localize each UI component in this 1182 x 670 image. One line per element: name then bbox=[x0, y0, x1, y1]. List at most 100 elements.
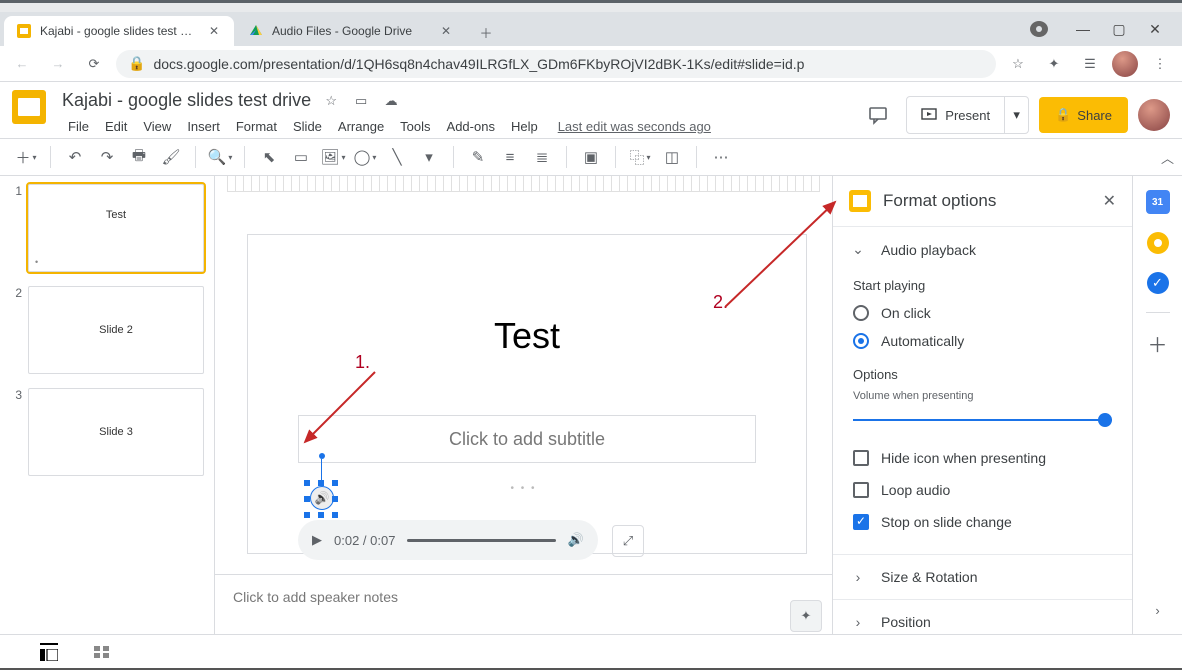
menu-addons[interactable]: Add-ons bbox=[441, 115, 501, 138]
resize-handle[interactable] bbox=[318, 480, 324, 486]
resize-handle[interactable] bbox=[304, 480, 310, 486]
account-avatar[interactable] bbox=[1138, 99, 1170, 131]
resize-handle[interactable] bbox=[332, 512, 338, 518]
close-icon[interactable]: ✕ bbox=[1103, 191, 1116, 211]
rotation-handle[interactable] bbox=[319, 453, 325, 459]
slide-thumbnail-1[interactable]: Test • bbox=[28, 184, 204, 272]
volume-icon[interactable]: 🔊 bbox=[568, 532, 584, 548]
redo-button[interactable]: ↷ bbox=[93, 143, 121, 171]
browser-tab-active[interactable]: Kajabi - google slides test drive - ✕ bbox=[4, 16, 234, 46]
collapse-panel-icon[interactable]: › bbox=[1146, 598, 1170, 622]
section-position[interactable]: › Position bbox=[833, 600, 1132, 634]
speaker-notes[interactable]: Click to add speaker notes bbox=[215, 574, 832, 634]
resize-handle[interactable] bbox=[318, 512, 324, 518]
audio-object[interactable] bbox=[310, 486, 334, 510]
paint-format-button[interactable]: 🖌 bbox=[157, 143, 185, 171]
menu-tools[interactable]: Tools bbox=[394, 115, 436, 138]
slide-thumbnail-3[interactable]: Slide 3 bbox=[28, 388, 204, 476]
browser-tab[interactable]: Audio Files - Google Drive ✕ bbox=[236, 16, 466, 46]
minimize-icon[interactable]: — bbox=[1074, 21, 1092, 37]
resize-handle[interactable] bbox=[304, 512, 310, 518]
slide-thumbnail-2[interactable]: Slide 2 bbox=[28, 286, 204, 374]
star-icon[interactable]: ☆ bbox=[1004, 50, 1032, 78]
section-size-rotation[interactable]: › Size & Rotation bbox=[833, 555, 1132, 599]
new-slide-button[interactable]: ＋ bbox=[12, 143, 40, 171]
zoom-button[interactable]: 🔍 bbox=[206, 143, 234, 171]
present-dropdown[interactable]: ▾ bbox=[1004, 97, 1028, 133]
star-icon[interactable]: ☆ bbox=[321, 93, 341, 109]
collapse-toolbar-icon[interactable]: ︿ bbox=[1161, 148, 1174, 167]
menu-file[interactable]: File bbox=[62, 115, 95, 138]
audio-player[interactable]: ▶ 0:02 / 0:07 🔊 bbox=[298, 520, 598, 560]
notes-resize-handle[interactable]: • • • bbox=[510, 483, 536, 494]
omnibox[interactable]: 🔒 docs.google.com/presentation/d/1QH6sq8… bbox=[116, 50, 996, 78]
resize-handle[interactable] bbox=[332, 496, 338, 502]
crop-button[interactable]: ⿻ bbox=[626, 143, 654, 171]
select-tool[interactable]: ⬉ bbox=[255, 143, 283, 171]
keep-icon[interactable] bbox=[1147, 232, 1169, 254]
recolor-button[interactable]: ✎ bbox=[464, 143, 492, 171]
maximize-icon[interactable]: ▢ bbox=[1110, 21, 1128, 38]
slide-title-text[interactable]: Test bbox=[494, 315, 560, 357]
menu-format[interactable]: Format bbox=[230, 115, 283, 138]
reading-list-icon[interactable]: ☰ bbox=[1076, 50, 1104, 78]
menu-view[interactable]: View bbox=[137, 115, 177, 138]
resize-handle[interactable] bbox=[304, 496, 310, 502]
menu-insert[interactable]: Insert bbox=[181, 115, 226, 138]
close-icon[interactable]: ✕ bbox=[206, 23, 222, 39]
menu-help[interactable]: Help bbox=[505, 115, 544, 138]
calendar-icon[interactable]: 31 bbox=[1146, 190, 1170, 214]
share-button[interactable]: 🔒 Share bbox=[1039, 97, 1128, 133]
replace-image-button[interactable]: ▣ bbox=[577, 143, 605, 171]
new-tab-button[interactable]: ＋ bbox=[472, 18, 500, 46]
shape-tool[interactable]: ◯ bbox=[351, 143, 379, 171]
align-left-icon[interactable]: ≡ bbox=[496, 143, 524, 171]
close-icon[interactable]: ✕ bbox=[438, 23, 454, 39]
menu-edit[interactable]: Edit bbox=[99, 115, 133, 138]
checkbox-hide-icon[interactable]: Hide icon when presenting bbox=[853, 442, 1112, 474]
extensions-icon[interactable]: ✦ bbox=[1040, 50, 1068, 78]
doc-title[interactable]: Kajabi - google slides test drive bbox=[62, 90, 311, 111]
line-dd[interactable]: ▾ bbox=[415, 143, 443, 171]
cloud-status-icon[interactable]: ☁ bbox=[381, 93, 401, 109]
section-audio-playback[interactable]: ⌄ Audio playback bbox=[833, 227, 1132, 272]
forward-button[interactable]: → bbox=[44, 50, 72, 78]
radio-on-click[interactable]: On click bbox=[853, 299, 1112, 327]
image-tool[interactable]: 🖼 bbox=[319, 143, 347, 171]
window-close-icon[interactable]: ✕ bbox=[1146, 21, 1164, 38]
checkbox-loop-audio[interactable]: Loop audio bbox=[853, 474, 1112, 506]
menu-arrange[interactable]: Arrange bbox=[332, 115, 390, 138]
menu-slide[interactable]: Slide bbox=[287, 115, 328, 138]
more-tools-icon[interactable]: ⋯ bbox=[707, 143, 735, 171]
subtitle-placeholder[interactable]: Click to add subtitle bbox=[298, 415, 756, 463]
checkbox-stop-on-change[interactable]: Stop on slide change bbox=[853, 506, 1112, 538]
slide[interactable]: Test Click to add subtitle bbox=[247, 234, 807, 554]
move-icon[interactable]: ▭ bbox=[351, 93, 371, 109]
align-center-icon[interactable]: ≣ bbox=[528, 143, 556, 171]
undo-button[interactable]: ↶ bbox=[61, 143, 89, 171]
play-icon[interactable]: ▶ bbox=[312, 532, 322, 548]
mask-button[interactable]: ◫ bbox=[658, 143, 686, 171]
explore-button[interactable]: ✦ bbox=[790, 600, 822, 632]
volume-slider[interactable] bbox=[853, 408, 1112, 432]
get-addons-icon[interactable]: ＋ bbox=[1146, 331, 1170, 355]
popout-icon[interactable]: ⤢ bbox=[612, 525, 644, 557]
filmstrip-view-button[interactable] bbox=[40, 643, 58, 661]
reload-button[interactable]: ⟳ bbox=[80, 50, 108, 78]
chrome-menu-icon[interactable]: ⋮ bbox=[1146, 50, 1174, 78]
back-button[interactable]: ← bbox=[8, 50, 36, 78]
slides-logo[interactable] bbox=[12, 90, 52, 130]
radio-automatically[interactable]: Automatically bbox=[853, 327, 1112, 355]
profile-avatar[interactable] bbox=[1112, 51, 1138, 77]
seek-track[interactable] bbox=[407, 539, 555, 542]
line-tool[interactable]: ╲ bbox=[383, 143, 411, 171]
textbox-tool[interactable]: ▭ bbox=[287, 143, 315, 171]
tasks-icon[interactable]: ✓ bbox=[1147, 272, 1169, 294]
resize-handle[interactable] bbox=[332, 480, 338, 486]
account-indicator-icon[interactable] bbox=[1030, 21, 1048, 37]
present-button[interactable]: Present bbox=[907, 97, 1004, 133]
grid-view-button[interactable] bbox=[94, 646, 110, 658]
print-button[interactable]: 🖶 bbox=[125, 143, 153, 171]
comments-icon[interactable] bbox=[860, 97, 896, 133]
last-edit-link[interactable]: Last edit was seconds ago bbox=[558, 119, 711, 134]
